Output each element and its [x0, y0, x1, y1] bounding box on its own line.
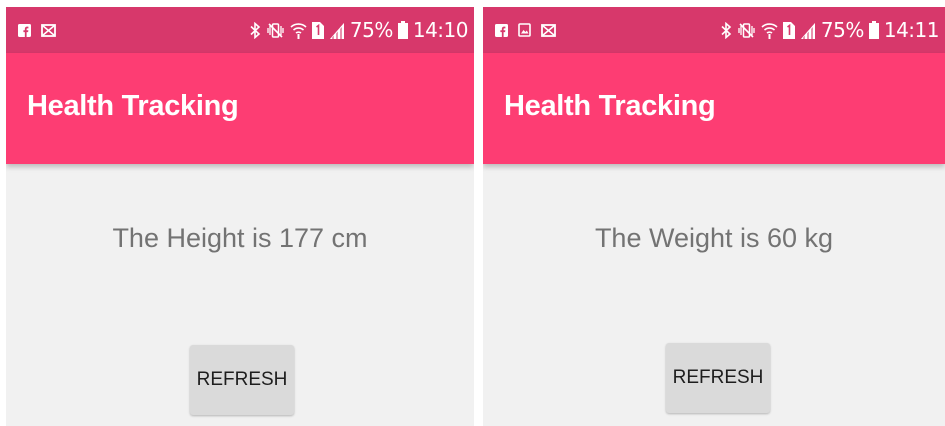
sim-1-icon	[782, 21, 795, 39]
signal-icon	[800, 22, 816, 39]
battery-percent: 75%	[820, 18, 864, 42]
battery-icon	[868, 21, 879, 39]
bluetooth-icon	[250, 21, 261, 39]
wifi-icon	[761, 21, 778, 40]
facebook-icon	[18, 23, 31, 37]
system-status: 75% 14:11	[721, 7, 940, 53]
notification-icons	[18, 7, 56, 53]
status-bar: 75% 14:10	[6, 7, 474, 53]
signal-icon	[329, 22, 345, 39]
status-time: 14:10	[412, 18, 469, 42]
status-bar: 75% 14:11	[483, 7, 945, 53]
app-bar: Health Tracking	[6, 53, 474, 164]
sim-1-icon	[311, 21, 324, 39]
bluetooth-icon	[721, 21, 732, 39]
email-icon	[541, 23, 556, 37]
refresh-button[interactable]: REFRESH	[666, 343, 770, 413]
email-icon	[41, 23, 56, 37]
battery-percent: 75%	[349, 18, 393, 42]
battery-icon	[397, 21, 408, 39]
vibrate-icon	[266, 22, 285, 39]
system-status: 75% 14:10	[250, 7, 469, 53]
app-title: Health Tracking	[27, 90, 239, 122]
phone-screen-height: 75% 14:10 Health Tracking The Height is …	[6, 7, 474, 426]
refresh-button[interactable]: REFRESH	[190, 345, 294, 415]
vibrate-icon	[737, 22, 756, 39]
app-bar: Health Tracking	[483, 53, 945, 164]
height-reading: The Height is 177 cm	[112, 223, 368, 253]
status-time: 14:11	[883, 18, 940, 42]
phone-screen-weight: 75% 14:11 Health Tracking The Weight is …	[483, 7, 945, 426]
weight-reading: The Weight is 60 kg	[594, 223, 834, 253]
facebook-icon	[495, 23, 508, 37]
app-title: Health Tracking	[504, 90, 716, 122]
wifi-icon	[290, 21, 307, 40]
notification-icons	[495, 7, 556, 53]
gallery-icon	[518, 23, 531, 37]
